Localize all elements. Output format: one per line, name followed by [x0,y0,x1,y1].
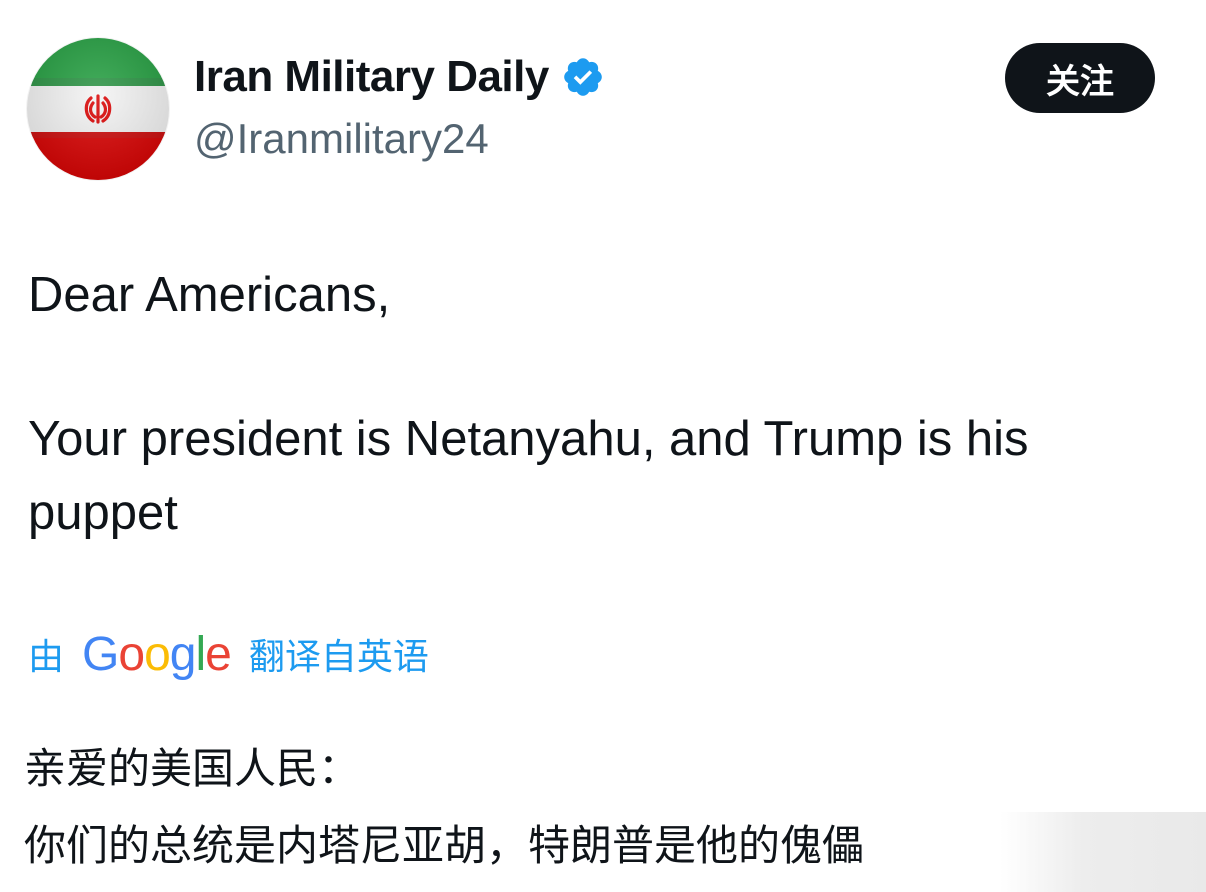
translated-text-line: 你们的总统是内塔尼亚胡，特朗普是他的傀儡 [24,821,865,870]
tweet-card: Iran Military Daily @Iranmilitary24 关注 D… [0,0,1206,892]
google-logo: Google [82,627,232,681]
author-name-row[interactable]: Iran Military Daily [194,52,605,102]
translate-suffix[interactable]: 翻译自英语 [249,628,429,680]
watermark-overlay [1000,812,1206,892]
author-handle[interactable]: @Iranmilitary24 [194,115,489,163]
avatar[interactable] [27,38,169,180]
translated-text-line: 亲爱的美国人民： [24,744,361,793]
verified-badge-icon [561,55,605,99]
iran-flag-icon [27,38,169,180]
post-text-line: Your president is Netanyahu, and Trump i… [28,412,1029,466]
post-text-line: Dear Americans, [28,268,391,322]
follow-button[interactable]: 关注 [1005,43,1155,113]
translate-attribution[interactable]: 由 Google 翻译自英语 [28,622,429,686]
translate-prefix[interactable]: 由 [28,628,64,680]
author-display-name[interactable]: Iran Military Daily [194,52,549,102]
post-text-line: puppet [28,486,178,540]
